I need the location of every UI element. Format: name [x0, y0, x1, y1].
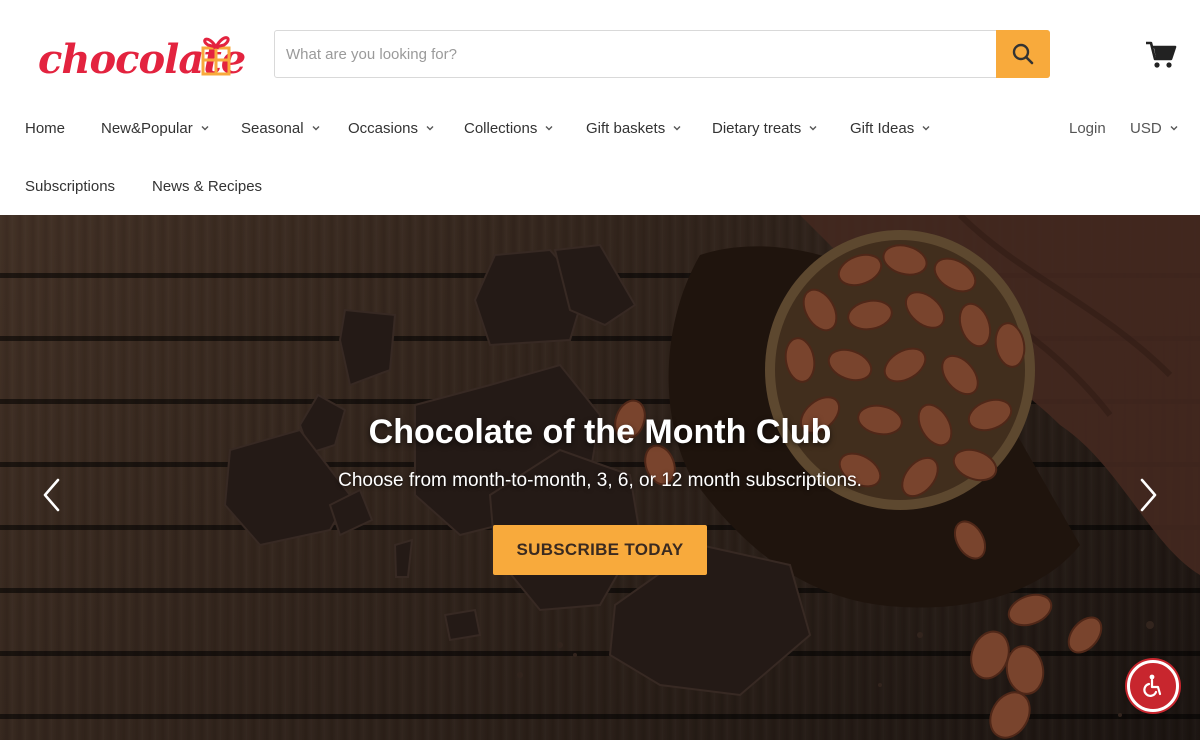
nav-item-gift-ideas[interactable]: Gift Ideas — [850, 108, 930, 148]
nav-label: Collections — [464, 119, 538, 137]
site-header: chocolate Home New&Popular — [0, 0, 1200, 215]
nav-label: Gift Ideas — [850, 119, 915, 137]
nav-item-gift-baskets[interactable]: Gift baskets — [586, 108, 681, 148]
accessibility-button[interactable] — [1127, 660, 1179, 712]
login-label: Login — [1069, 119, 1106, 137]
search-button[interactable] — [996, 30, 1050, 78]
nav-label: Gift baskets — [586, 119, 666, 137]
chevron-down-icon — [1170, 126, 1178, 131]
chevron-down-icon — [426, 126, 434, 131]
secondary-nav: Subscriptions News & Recipes — [0, 166, 1200, 206]
nav-item-dietary-treats[interactable]: Dietary treats — [712, 108, 817, 148]
nav-label: Subscriptions — [25, 177, 116, 195]
nav-label: Occasions — [348, 119, 419, 137]
chevron-left-icon[interactable] — [40, 477, 62, 513]
search-icon — [1012, 43, 1034, 65]
hero-subtitle: Choose from month-to-month, 3, 6, or 12 … — [338, 470, 862, 491]
primary-nav: Home New&Popular Seasonal Occasions Coll… — [0, 108, 1200, 148]
logo[interactable]: chocolate — [38, 28, 246, 84]
nav-label: Dietary treats — [712, 119, 802, 137]
nav-item-news-recipes[interactable]: News & Recipes — [152, 166, 262, 206]
nav-label: New&Popular — [101, 119, 193, 137]
gift-icon — [201, 36, 231, 76]
login-link[interactable]: Login — [1069, 108, 1106, 148]
search-input[interactable] — [275, 31, 997, 77]
chevron-down-icon — [201, 126, 209, 131]
chevron-down-icon — [673, 126, 681, 131]
currency-label: USD — [1130, 119, 1162, 137]
nav-item-home[interactable]: Home — [25, 108, 65, 148]
cart-icon[interactable] — [1145, 40, 1177, 70]
nav-item-subscriptions[interactable]: Subscriptions — [25, 166, 115, 206]
nav-item-collections[interactable]: Collections — [464, 108, 553, 148]
nav-item-occasions[interactable]: Occasions — [348, 108, 434, 148]
accessibility-icon — [1143, 674, 1162, 697]
chevron-down-icon — [545, 126, 553, 131]
subscribe-today-button[interactable]: SUBSCRIBE TODAY — [493, 525, 707, 575]
search-bar — [274, 30, 1050, 78]
nav-label: Home — [25, 119, 66, 137]
chevron-down-icon — [312, 126, 320, 131]
currency-selector[interactable]: USD — [1130, 108, 1178, 148]
nav-label: Seasonal — [241, 119, 304, 137]
chevron-down-icon — [922, 126, 930, 131]
nav-label: News & Recipes — [152, 177, 263, 195]
hero-slider: Chocolate of the Month Club Choose from … — [0, 215, 1200, 740]
hero-title: Chocolate of the Month Club — [368, 413, 832, 451]
chevron-right-icon[interactable] — [1138, 477, 1160, 513]
nav-item-new-popular[interactable]: New&Popular — [101, 108, 209, 148]
chevron-down-icon — [809, 126, 817, 131]
nav-item-seasonal[interactable]: Seasonal — [241, 108, 320, 148]
